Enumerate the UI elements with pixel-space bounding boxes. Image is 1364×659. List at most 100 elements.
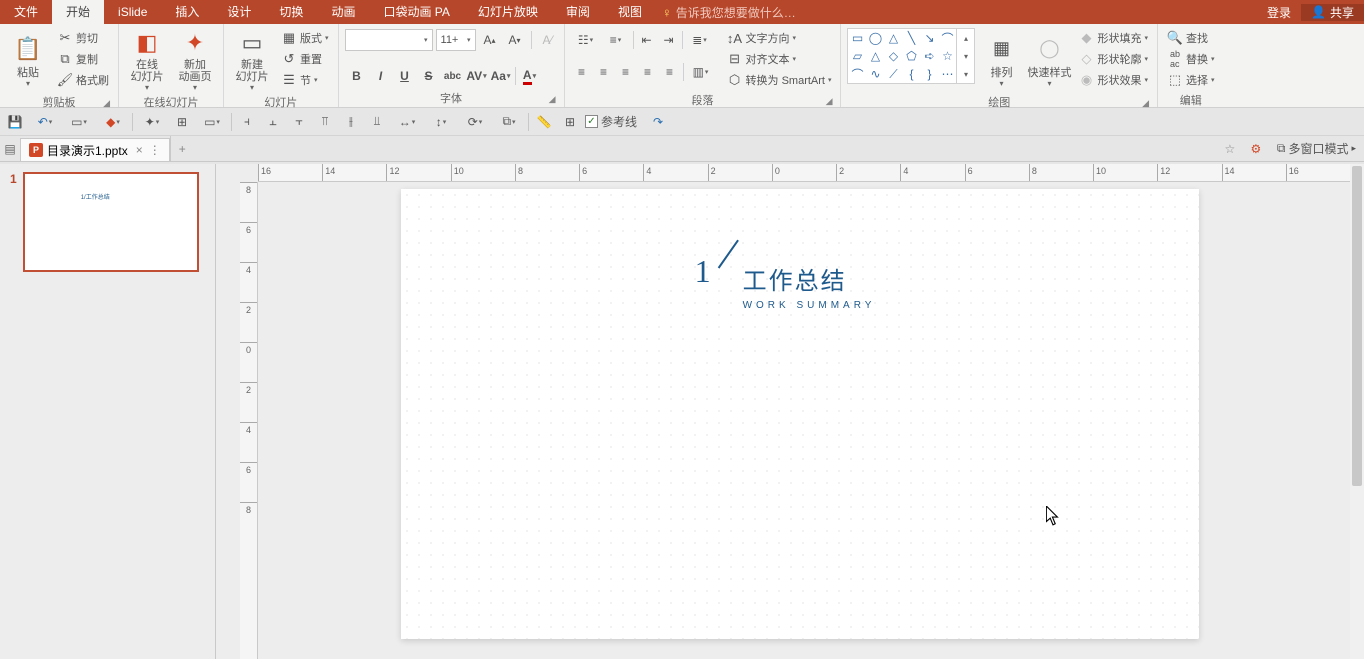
qat-align-middle[interactable]: ⫲ (340, 111, 362, 133)
save-button[interactable]: 💾 (4, 111, 26, 133)
clipboard-dialog-launcher[interactable]: ◢ (103, 98, 110, 109)
format-painter-button[interactable]: 🖌格式刷 (54, 70, 112, 90)
find-button[interactable]: 🔍查找 (1164, 28, 1218, 48)
qat-slide-button[interactable]: ▭▾ (64, 111, 94, 133)
vertical-ruler[interactable]: 864202468 (240, 182, 258, 659)
qat-btn-6[interactable]: ⊞ (171, 111, 193, 133)
qat-group[interactable]: ⧉▾ (494, 111, 524, 133)
reset-button[interactable]: ↺重置 (278, 49, 332, 69)
qat-distribute-v[interactable]: ↕▾ (426, 111, 456, 133)
qat-distribute-h[interactable]: ↔▾ (392, 111, 422, 133)
online-slides-button[interactable]: ◧ 在线 幻灯片 ▾ (125, 28, 169, 92)
shrink-font-button[interactable]: A▾ (504, 29, 526, 51)
cut-button[interactable]: ✂剪切 (54, 28, 112, 48)
convert-smartart-button[interactable]: ⬡转换为 SmartArt▾ (724, 70, 835, 90)
document-tab[interactable]: P 目录演示1.pptx × ⋮ (20, 138, 170, 161)
new-anim-page-button[interactable]: ✦ 新加 动画页 ▾ (173, 28, 217, 92)
tab-file[interactable]: 文件 (0, 0, 52, 24)
qat-align-left[interactable]: ⫞ (236, 111, 258, 133)
underline-button[interactable]: U (393, 65, 417, 87)
qat-ruler[interactable]: 📏 (533, 111, 555, 133)
tabstrip-pin-button[interactable]: ☆ (1217, 136, 1243, 161)
qat-align-right[interactable]: ⫟ (288, 111, 310, 133)
text-direction-button[interactable]: ↕A文字方向▾ (724, 28, 835, 48)
tab-home[interactable]: 开始 (52, 0, 104, 24)
login-button[interactable]: 登录 (1257, 4, 1301, 21)
align-right-button[interactable]: ≡ (615, 61, 637, 83)
tabstrip-menu-button[interactable]: ▤ (0, 136, 20, 161)
shapes-gallery[interactable]: ▭◯△╲↘⌒ ▴▾▾ ▱△◇⬠➪☆ ⌒∿⟋{}⋯ (847, 28, 975, 84)
shape-outline-button[interactable]: ◇形状轮廓▾ (1075, 49, 1151, 69)
redo-button[interactable]: ↷ (647, 111, 669, 133)
select-button[interactable]: ⬚选择▾ (1164, 70, 1218, 90)
char-spacing-button[interactable]: AV▾ (465, 65, 489, 87)
tab-islide[interactable]: iSlide (104, 0, 161, 24)
add-tab-button[interactable]: + (170, 136, 194, 161)
distribute-button[interactable]: ≡ (659, 61, 681, 83)
slide-thumbnail-1[interactable]: 1/工作总结 (23, 172, 199, 272)
qat-grid[interactable]: ⊞ (559, 111, 581, 133)
paste-button[interactable]: 📋 粘贴 ▾ (6, 28, 50, 92)
scrollbar-thumb[interactable] (1352, 166, 1362, 486)
replace-button[interactable]: abac替换▾ (1164, 49, 1218, 69)
shape-effects-button[interactable]: ◉形状效果▾ (1075, 70, 1151, 90)
undo-button[interactable]: ↶▾ (30, 111, 60, 133)
paragraph-dialog-launcher[interactable]: ◢ (826, 96, 833, 107)
align-center-button[interactable]: ≡ (593, 61, 615, 83)
arrange-button[interactable]: ▦ 排列 ▾ (979, 28, 1023, 92)
qat-shape-button[interactable]: ◆▾ (98, 111, 128, 133)
close-tab-button[interactable]: × (136, 143, 143, 157)
grow-font-button[interactable]: A▴ (479, 29, 501, 51)
qat-align-bottom[interactable]: ⫫ (366, 111, 388, 133)
slide-canvas[interactable]: 1 工作总结 WORK SUMMARY (401, 189, 1199, 639)
align-text-button[interactable]: ⊟对齐文本▾ (724, 49, 835, 69)
font-size-combo[interactable]: 11+▾ (436, 29, 476, 51)
qat-align-center-h[interactable]: ⫠ (262, 111, 284, 133)
text-shadow-button[interactable]: abc (441, 65, 465, 87)
align-left-button[interactable]: ≡ (571, 61, 593, 83)
thumbnail-panel[interactable]: 1 1/工作总结 (0, 164, 216, 659)
drawing-dialog-launcher[interactable]: ◢ (1142, 98, 1149, 109)
tab-insert[interactable]: 插入 (161, 0, 213, 24)
guides-checkbox[interactable]: ✓ 参考线 (585, 113, 637, 130)
layout-button[interactable]: ▦版式▾ (278, 28, 332, 48)
qat-btn-7[interactable]: ▭▾ (197, 111, 227, 133)
decrease-indent-button[interactable]: ⇤ (636, 29, 658, 51)
tell-me-search[interactable]: ♀ 告诉我您想要做什么… (662, 4, 796, 21)
section-button[interactable]: ☰节▾ (278, 70, 332, 90)
tab-design[interactable]: 设计 (213, 0, 265, 24)
columns-button[interactable]: ▥▾ (686, 61, 716, 83)
qat-rotate[interactable]: ⟳▾ (460, 111, 490, 133)
horizontal-ruler[interactable]: 1614121086420246810121416 (258, 164, 1350, 182)
bullets-button[interactable]: ☷▾ (571, 29, 601, 51)
qat-align-top[interactable]: ⫪ (314, 111, 336, 133)
tab-transition[interactable]: 切换 (265, 0, 317, 24)
change-case-button[interactable]: Aa▾ (489, 65, 513, 87)
tab-more-button[interactable]: ⋮ (149, 143, 161, 157)
numbering-button[interactable]: ≡▾ (601, 29, 631, 51)
increase-indent-button[interactable]: ⇥ (658, 29, 680, 51)
justify-button[interactable]: ≡ (637, 61, 659, 83)
clear-formatting-button[interactable]: A⁄ (537, 29, 559, 51)
italic-button[interactable]: I (369, 65, 393, 87)
share-button[interactable]: 👤 共享 (1301, 4, 1364, 21)
new-slide-button[interactable]: ▭ 新建 幻灯片 ▾ (230, 28, 274, 92)
tab-view[interactable]: 视图 (604, 0, 656, 24)
multi-window-button[interactable]: ⧉ 多窗口模式 ▸ (1269, 136, 1364, 161)
font-name-combo[interactable]: ▾ (345, 29, 433, 51)
bold-button[interactable]: B (345, 65, 369, 87)
tab-pocket-anim[interactable]: 口袋动画 PA (369, 0, 463, 24)
copy-button[interactable]: ⧉复制 (54, 49, 112, 69)
tab-review[interactable]: 审阅 (552, 0, 604, 24)
line-spacing-button[interactable]: ≣▾ (685, 29, 715, 51)
quick-styles-button[interactable]: ◯ 快速样式 ▾ (1027, 28, 1071, 92)
strikethrough-button[interactable]: S (417, 65, 441, 87)
font-color-button[interactable]: A▾ (518, 65, 542, 87)
tabstrip-settings-button[interactable]: ⚙ (1243, 136, 1269, 161)
tab-animation[interactable]: 动画 (317, 0, 369, 24)
font-dialog-launcher[interactable]: ◢ (549, 94, 556, 105)
shape-fill-button[interactable]: ◆形状填充▾ (1075, 28, 1151, 48)
tab-slideshow[interactable]: 幻灯片放映 (464, 0, 552, 24)
vertical-scrollbar[interactable] (1350, 164, 1364, 659)
qat-btn-5[interactable]: ✦▾ (137, 111, 167, 133)
